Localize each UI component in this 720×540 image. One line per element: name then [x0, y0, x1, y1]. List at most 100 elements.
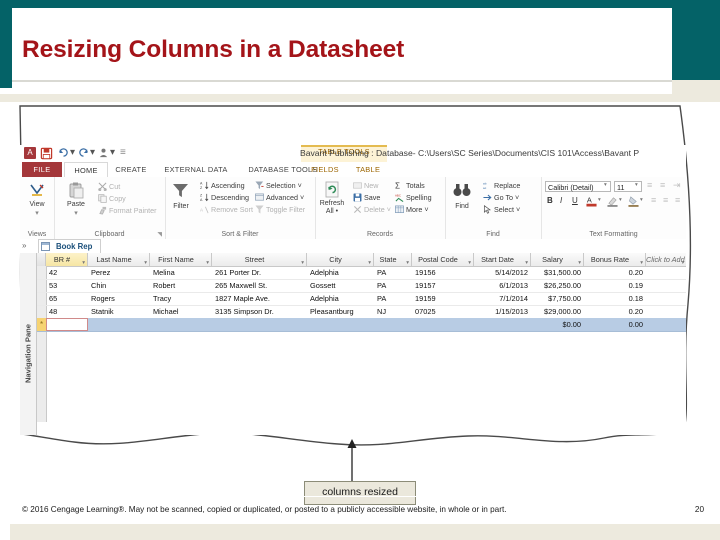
- qat-more-icon[interactable]: ≡: [120, 147, 126, 158]
- funnel-icon[interactable]: [172, 183, 189, 198]
- column-header-last-name[interactable]: Last Name ▾: [88, 253, 150, 266]
- chevron-down-icon[interactable]: ▾: [206, 257, 209, 266]
- cell-last-name[interactable]: Chin: [88, 279, 150, 292]
- fill-color-dropdown-icon[interactable]: ▾: [640, 197, 643, 203]
- table-row[interactable]: 48 Statnik Michael 3135 Simpson Dr. Plea…: [37, 305, 686, 319]
- font-size-dropdown-icon[interactable]: ▾: [635, 182, 638, 188]
- column-header-br-number[interactable]: BR # ▾: [46, 253, 88, 266]
- select-button-label[interactable]: Select ˅: [494, 205, 520, 214]
- redo-dropdown-icon[interactable]: ▾: [90, 147, 95, 158]
- more-button-label[interactable]: More ˅: [406, 205, 429, 214]
- goto-button-label[interactable]: Go To ˅: [494, 193, 519, 202]
- cell-postal-code[interactable]: 19156: [412, 266, 474, 279]
- format-painter-button-label[interactable]: Format Painter: [109, 206, 157, 215]
- column-header-bonus-rate[interactable]: Bonus Rate ▾: [584, 253, 646, 266]
- clipboard-dialog-launcher-icon[interactable]: ◥: [157, 231, 162, 238]
- chevron-down-icon[interactable]: ▾: [578, 257, 581, 266]
- save-icon[interactable]: [40, 147, 53, 160]
- italic-button[interactable]: I: [560, 196, 562, 205]
- font-color-dropdown-icon[interactable]: ▾: [598, 197, 601, 203]
- cell-bonus-rate[interactable]: 0.20: [584, 266, 646, 279]
- chevron-down-icon[interactable]: ▾: [525, 257, 528, 266]
- replace-button-label[interactable]: Replace: [494, 181, 520, 190]
- toggle-filter-button-label[interactable]: Toggle Filter: [266, 205, 305, 214]
- column-header-postal-code[interactable]: Postal Code ▾: [412, 253, 474, 266]
- view-dropdown-icon[interactable]: ▾: [20, 209, 54, 217]
- column-header-salary[interactable]: Salary ▾: [531, 253, 584, 266]
- cell-street[interactable]: 265 Maxwell St.: [212, 279, 307, 292]
- cell-start-date[interactable]: 5/14/2012: [474, 266, 531, 279]
- find-button-label[interactable]: Find: [445, 203, 479, 210]
- table-row[interactable]: 53 Chin Robert 265 Maxwell St. Gossett P…: [37, 279, 686, 293]
- cell-street[interactable]: 1827 Maple Ave.: [212, 292, 307, 305]
- copy-button-label[interactable]: Copy: [109, 194, 126, 203]
- cell-first-name[interactable]: Melina: [150, 266, 212, 279]
- table-row[interactable]: 65 Rogers Tracy 1827 Maple Ave. Adelphia…: [37, 292, 686, 306]
- chevron-down-icon[interactable]: ▾: [368, 257, 371, 266]
- tab-home[interactable]: HOME: [64, 162, 108, 178]
- cell-bonus-rate[interactable]: 0.18: [584, 292, 646, 305]
- bold-button[interactable]: B: [547, 196, 553, 205]
- spelling-button-label[interactable]: Spelling: [406, 193, 432, 202]
- column-header-street[interactable]: Street ▾: [212, 253, 307, 266]
- tab-external-data[interactable]: EXTERNAL DATA: [156, 162, 236, 177]
- cell-state[interactable]: PA: [374, 266, 412, 279]
- cell-start-date[interactable]: 1/15/2013: [474, 305, 531, 318]
- cell-start-date[interactable]: 6/1/2013: [474, 279, 531, 292]
- column-header-start-date[interactable]: Start Date ▾: [474, 253, 531, 266]
- refresh-icon[interactable]: [324, 181, 340, 198]
- delete-record-button-label[interactable]: Delete ˅: [364, 205, 391, 214]
- chevron-down-icon[interactable]: ▾: [301, 257, 304, 266]
- cell-postal-code[interactable]: 19157: [412, 279, 474, 292]
- highlight-dropdown-icon[interactable]: ▾: [619, 197, 622, 203]
- align-center-icon[interactable]: ≡: [663, 195, 668, 205]
- tab-fields[interactable]: FIELDS: [304, 162, 346, 177]
- refresh-all-dropdown-label[interactable]: All •: [315, 208, 349, 215]
- column-header-city[interactable]: City ▾: [307, 253, 374, 266]
- bullets-icon[interactable]: ≡: [647, 180, 652, 190]
- customize-icon[interactable]: [98, 147, 109, 158]
- cell-br-number[interactable]: 48: [46, 305, 88, 318]
- chevron-down-icon[interactable]: ▾: [406, 257, 409, 266]
- cell-state[interactable]: NJ: [374, 305, 412, 318]
- advanced-button-label[interactable]: Advanced ˅: [266, 193, 304, 202]
- cell-first-name[interactable]: Michael: [150, 305, 212, 318]
- redo-icon[interactable]: [78, 147, 89, 158]
- cell-street[interactable]: 3135 Simpson Dr.: [212, 305, 307, 318]
- cell-salary[interactable]: $26,250.00: [531, 279, 584, 292]
- cell-first-name[interactable]: Robert: [150, 279, 212, 292]
- column-header-first-name[interactable]: First Name ▾: [150, 253, 212, 266]
- chevron-down-icon[interactable]: ▾: [640, 257, 643, 266]
- column-header-click-to-add[interactable]: Click to Add ▾: [646, 253, 686, 266]
- font-name-dropdown-icon[interactable]: ▾: [604, 182, 607, 188]
- cell-city[interactable]: Adelphia: [307, 292, 374, 305]
- paste-dropdown-icon[interactable]: ▾: [60, 209, 92, 217]
- ascending-button-label[interactable]: Ascending: [211, 181, 245, 190]
- cell-salary[interactable]: $29,000.00: [531, 305, 584, 318]
- cell-last-name[interactable]: Statnik: [88, 305, 150, 318]
- select-all-corner[interactable]: [37, 253, 46, 266]
- cell-br-number[interactable]: 53: [46, 279, 88, 292]
- view-button-label[interactable]: View: [20, 201, 54, 208]
- chevron-down-icon[interactable]: ▾: [681, 257, 684, 266]
- chevron-down-icon[interactable]: ▾: [468, 257, 471, 266]
- nav-pane-expand-icon[interactable]: »: [22, 241, 26, 250]
- cell-street[interactable]: 261 Porter Dr.: [212, 266, 307, 279]
- cell-salary[interactable]: $31,500.00: [531, 266, 584, 279]
- navigation-pane[interactable]: Navigation Pane: [20, 253, 37, 435]
- cell-br-number[interactable]: 42: [46, 266, 88, 279]
- binoculars-icon[interactable]: [453, 183, 471, 197]
- underline-button[interactable]: U: [572, 196, 578, 205]
- cell-bonus-rate[interactable]: 0.19: [584, 279, 646, 292]
- fill-color-icon[interactable]: [628, 195, 639, 207]
- tab-file[interactable]: FILE: [22, 162, 62, 177]
- cell-last-name[interactable]: Rogers: [88, 292, 150, 305]
- highlight-icon[interactable]: [607, 195, 618, 207]
- cell-city[interactable]: Pleasantburg: [307, 305, 374, 318]
- cell-postal-code[interactable]: 19159: [412, 292, 474, 305]
- customize-dropdown-icon[interactable]: ▾: [110, 147, 115, 158]
- remove-sort-button-label[interactable]: Remove Sort: [211, 205, 253, 214]
- filter-button-label[interactable]: Filter: [165, 203, 197, 210]
- numbering-icon[interactable]: ≡: [660, 180, 665, 190]
- cell-postal-code[interactable]: 07025: [412, 305, 474, 318]
